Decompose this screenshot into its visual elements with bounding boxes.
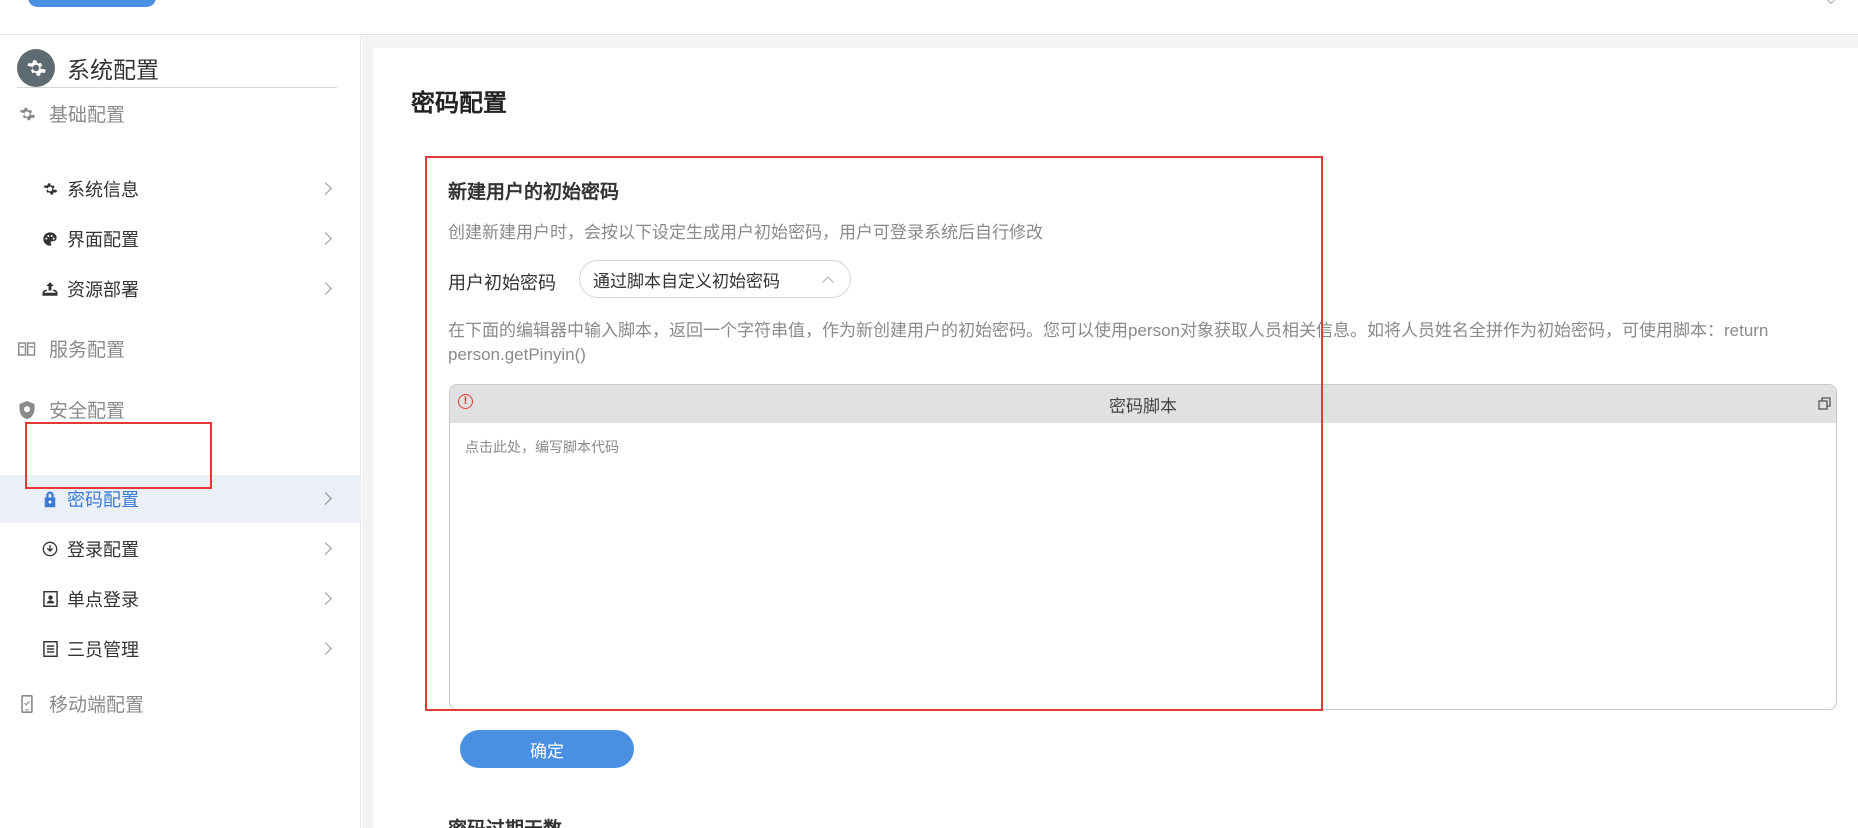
sidebar-item-label: 资源部署 <box>67 280 139 300</box>
settings-card: 密码配置 新建用户的初始密码 创建新建用户时，会按以下设定生成用户初始密码，用户… <box>373 48 1858 828</box>
sidebar-item-system-info[interactable]: 系统信息 <box>0 165 361 213</box>
script-hint: 在下面的编辑器中输入脚本，返回一个字符串值，作为新创建用户的初始密码。您可以使用… <box>448 321 1769 364</box>
sidebar-group-label: 服务配置 <box>49 340 126 361</box>
sidebar-group-service[interactable]: 服务配置 <box>17 335 125 362</box>
sidebar-group-security[interactable]: 安全配置 <box>17 396 125 423</box>
section-title: 新建用户的初始密码 <box>448 182 620 203</box>
sidebar-item-label: 单点登录 <box>67 590 139 610</box>
chevron-right-icon <box>319 542 332 555</box>
gear-icon <box>41 180 59 198</box>
top-action-button[interactable] <box>28 0 156 7</box>
sidebar-group-mobile[interactable]: 移动端配置 <box>17 690 144 717</box>
sidebar-item-label: 登录配置 <box>67 540 139 560</box>
chevron-right-icon <box>319 232 332 245</box>
sidebar-item-label: 界面配置 <box>67 230 139 250</box>
editor-header: ! 密码脚本 <box>450 385 1836 423</box>
warning-icon[interactable]: ! <box>458 394 473 409</box>
gear-icon <box>17 48 55 87</box>
sidebar-item-resource-deploy[interactable]: 资源部署 <box>0 265 361 313</box>
section-description: 创建新建用户时，会按以下设定生成用户初始密码，用户可登录系统后自行修改 <box>448 223 1043 242</box>
sidebar-item-login-config[interactable]: 登录配置 <box>0 525 361 573</box>
sidebar-item-label: 三员管理 <box>67 640 139 660</box>
sidebar-item-label: 密码配置 <box>67 490 139 510</box>
id-card-icon <box>41 590 59 608</box>
top-bar <box>0 0 1858 35</box>
maximize-icon[interactable] <box>1818 395 1831 410</box>
password-expiry-title: 密码过期天数 <box>448 814 562 828</box>
document-icon <box>41 640 59 658</box>
chevron-right-icon <box>319 642 332 655</box>
chevron-up-icon <box>822 276 834 288</box>
gear-icon <box>17 104 37 124</box>
shield-icon <box>17 400 37 420</box>
editor-title: 密码脚本 <box>1109 396 1177 416</box>
chevron-right-icon <box>319 492 332 505</box>
chevron-down-icon[interactable] <box>1823 0 1839 5</box>
server-icon <box>17 339 37 359</box>
sidebar-group-label: 移动端配置 <box>49 695 145 716</box>
upload-icon <box>41 280 59 298</box>
main-content: 密码配置 新建用户的初始密码 创建新建用户时，会按以下设定生成用户初始密码，用户… <box>362 36 1858 828</box>
login-icon <box>41 540 59 558</box>
sidebar-item-ui-config[interactable]: 界面配置 <box>0 215 361 263</box>
mobile-icon <box>17 694 37 714</box>
sidebar-group-basic[interactable]: 基础配置 <box>17 100 125 127</box>
sidebar-item-three-admins[interactable]: 三员管理 <box>0 625 361 673</box>
sidebar-group-label: 安全配置 <box>49 401 126 422</box>
sidebar-group-label: 基础配置 <box>49 105 126 126</box>
sidebar-item-password-config[interactable]: 密码配置 <box>0 475 361 523</box>
initial-password-select[interactable]: 通过脚本自定义初始密码 <box>579 260 851 298</box>
sidebar-title: 系统配置 <box>67 56 159 83</box>
editor-placeholder[interactable]: 点击此处，编写脚本代码 <box>465 437 619 457</box>
palette-icon <box>41 230 59 248</box>
chevron-right-icon <box>319 592 332 605</box>
sidebar: 系统配置 基础配置 系统信息 界面配置 资源部署 服务配置 安全配置 密码配置 … <box>0 36 361 828</box>
confirm-button[interactable]: 确定 <box>460 730 634 768</box>
chevron-right-icon <box>319 182 332 195</box>
chevron-right-icon <box>319 282 332 295</box>
lock-icon <box>41 490 59 508</box>
sidebar-item-sso[interactable]: 单点登录 <box>0 575 361 623</box>
sidebar-item-label: 系统信息 <box>67 180 139 200</box>
select-value: 通过脚本自定义初始密码 <box>593 271 780 291</box>
script-editor[interactable]: ! 密码脚本 点击此处，编写脚本代码 <box>449 384 1837 710</box>
page-title: 密码配置 <box>411 90 507 117</box>
initial-password-label: 用户初始密码 <box>448 273 556 293</box>
sidebar-header: 系统配置 <box>17 48 337 88</box>
